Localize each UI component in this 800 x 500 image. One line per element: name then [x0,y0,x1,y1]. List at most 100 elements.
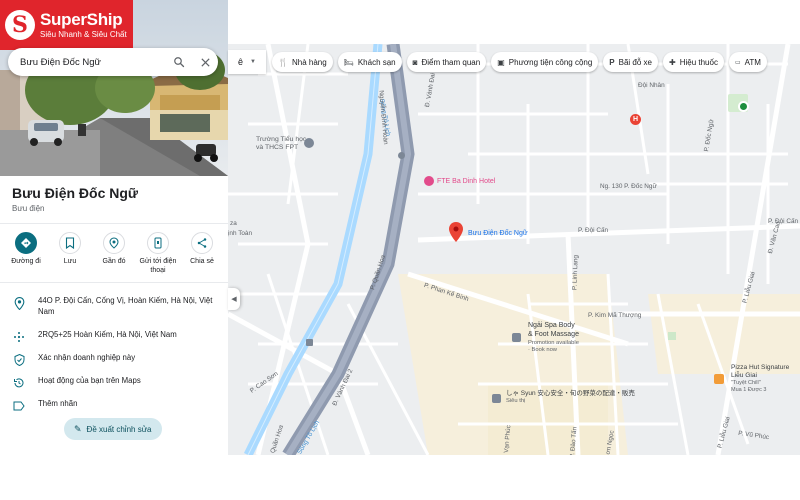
nearby-icon [103,232,125,254]
school-name-line2: và THCS FPT [256,144,299,152]
pizza-poi[interactable]: Pizza Hut Signature Liễu Giai "Tuyệt Chi… [731,364,789,394]
chip-pharmacy[interactable]: ✚ Hiệu thuốc [663,52,724,72]
road-label-doi-can: P. Đội Cấn [578,227,609,234]
syun-poi[interactable]: しゃ Syun 安心安全・旬の野菜の配達・販売 Siêu thị [506,390,635,405]
spa-poi[interactable]: Ngải Spa Body & Foot Massage Promotion a… [528,322,579,354]
place-category[interactable]: Bưu điện [0,201,228,213]
chip-label: Điểm tham quan [421,57,481,67]
spa-promo: Promotion available [528,339,579,346]
spa-name-line2: & Foot Massage [528,330,579,338]
bus-stop-icon[interactable] [306,339,313,346]
marker-label[interactable]: Bưu Điện Đốc Ngữ [468,230,528,239]
chip-transit[interactable]: ▣ Phương tiện công cộng [491,52,599,72]
verified-shield-icon [12,353,26,367]
claim-business-row[interactable]: Xác nhận doanh nghiệp này [0,348,228,371]
send-to-phone-icon [147,232,169,254]
place-panel: S SuperShip Siêu Nhanh & Siêu Chất Bưu Đ… [0,0,228,455]
school-name-line1: Trường Tiểu học [256,136,307,143]
spa-icon[interactable] [512,333,521,342]
brand-slogan: Siêu Nhanh & Siêu Chất [40,30,127,39]
supership-logo-icon: S [5,10,35,40]
send-to-phone-button[interactable]: Gửi tới điện thoại [138,232,178,282]
atm-icon: ▭ [734,59,741,66]
claim-business-text: Xác nhận doanh nghiệp này [38,353,136,362]
chip-label: Hiệu thuốc [679,57,718,67]
place-title: Bưu Điện Đốc Ngữ [12,185,139,201]
share-icon [191,232,213,254]
chip-restaurants[interactable]: 🍴 Nhà hàng [272,52,333,72]
pizza-sub-line2: Mua 1 Được 3 [731,387,767,394]
chip-attractions[interactable]: ◙ Điểm tham quan [406,52,487,72]
address-text: 44O P. Đội Cấn, Cống Vị, Hoàn Kiếm, Hà N… [38,296,213,317]
maps-activity-row[interactable]: Hoạt động của bạn trên Maps [0,371,228,394]
pizza-sub-line1: "Tuyệt Chill" [731,380,761,387]
transit-icon: ▣ [497,57,505,67]
hotel-label[interactable]: FTE Ba Dinh Hotel [437,178,495,187]
directions-icon [15,232,37,254]
chip-hotels[interactable]: 🛏 Khách sạn [337,52,402,72]
directions-button[interactable]: Đường đi [6,232,46,282]
add-label-row[interactable]: Thêm nhãn [0,394,228,417]
chip-parking[interactable]: P Bãi đỗ xe [603,52,658,72]
nearby-label: Gần đó [102,258,126,265]
nearby-button[interactable]: Gần đó [94,232,134,282]
chip-label: Bãi đỗ xe [618,57,652,67]
add-label-text: Thêm nhãn [38,399,78,408]
syun-name: しゃ Syun 安心安全・旬の野菜の配達・販売 [506,390,635,397]
language-label: ê [238,57,244,67]
school-icon [304,138,314,148]
address-row[interactable]: 44O P. Đội Cấn, Cống Vị, Hoàn Kiếm, Hà N… [0,291,228,325]
search-icon [174,57,185,68]
hotel-icon: 🛏 [343,57,354,67]
supership-logo: S SuperShip Siêu Nhanh & Siêu Chất [0,0,133,50]
label-tag-icon [12,399,26,413]
chip-atm[interactable]: ▭ ATM [728,52,767,72]
syun-category: Siêu thị [506,398,526,405]
save-button[interactable]: Lưu [50,232,90,282]
plus-code-icon [12,330,26,344]
park-icon[interactable] [738,101,749,112]
restaurant-icon: 🍴 [278,57,288,67]
history-icon [12,376,26,390]
road-label-doi-can-east: P. Đội Cấn [768,218,799,225]
restaurant-icon[interactable] [714,374,724,384]
road-label-linh-lang: P. Linh Lang [571,254,580,291]
spa-book: · Book now [528,346,557,353]
share-button[interactable]: Chia sẻ [182,232,222,282]
map-canvas[interactable]: P. Đội Cấn P. Đội Cấn Ng. 130 P. Đốc Ngữ… [228,44,800,455]
plus-code-row[interactable]: 2RQ5+25 Hoàn Kiếm, Hà Nội, Việt Nam [0,325,228,348]
search-input[interactable] [20,56,166,68]
location-marker-icon[interactable] [449,222,463,242]
clear-search-button[interactable] [192,48,218,76]
maps-activity-text: Hoạt động của bạn trên Maps [38,376,141,385]
save-label: Lưu [63,258,77,265]
chip-label: Khách sạn [357,57,396,67]
share-label: Chia sẻ [190,258,214,265]
pharmacy-icon: ✚ [669,57,676,67]
bus-stop-icon[interactable] [398,152,405,159]
action-bar: Đường đi Lưu Gần đó Gửi tới điện thoại C… [0,224,228,282]
hospital-icon[interactable]: H [630,114,641,125]
collapse-panel-button[interactable]: ◀ [228,288,240,310]
road-label-kim-ma: P. Kim Mã Thượng [588,312,642,319]
spa-name-line1: Ngải Spa Body [528,322,575,329]
page-bottom-blank [0,455,800,500]
chip-label: ATM [744,57,761,67]
language-selector[interactable]: ê ▼ [228,50,266,74]
suggest-edit-button[interactable]: ✎ Đề xuất chỉnh sửa [64,418,162,440]
pencil-icon: ✎ [74,423,82,434]
camera-icon: ◙ [412,57,418,67]
map-label-inh-toan: ịnh Toàn [228,230,253,237]
hotel-icon[interactable] [424,176,434,186]
pizza-name-line2: Liễu Giai [731,372,758,380]
caret-down-icon: ▼ [250,59,256,65]
grocery-icon[interactable] [492,394,501,403]
search-box [8,48,218,76]
search-button[interactable] [166,48,192,76]
parking-icon: P [609,57,615,67]
brand-text: SuperShip Siêu Nhanh & Siêu Chất [40,11,127,39]
close-icon [200,57,210,67]
place-details: Bưu Điện Đốc Ngữ Bưu điện Đường đi Lưu G… [0,176,228,417]
chip-label: Nhà hàng [291,57,327,67]
school-poi[interactable]: Trường Tiểu học và THCS FPT [256,136,306,153]
